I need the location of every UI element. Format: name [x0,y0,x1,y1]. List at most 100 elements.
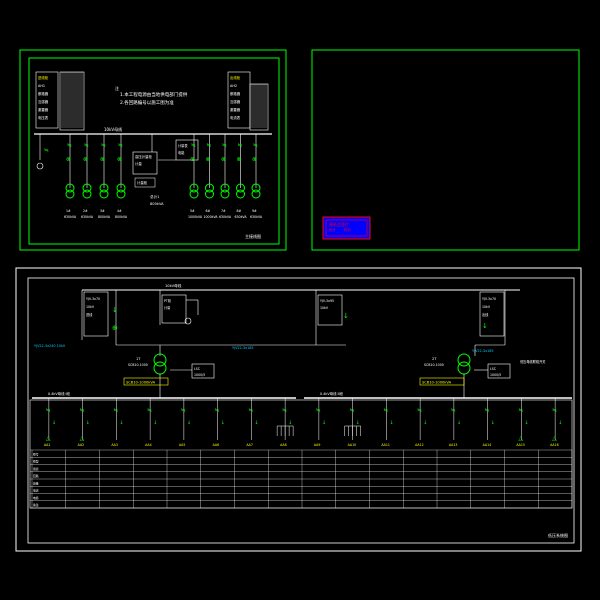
capacitor-icon: △ [80,435,85,442]
tx-right-box-1: LSC [490,367,497,371]
panel-line: 互感器 [38,99,49,104]
column-id: AA8 [280,443,286,447]
lv-ct-icon: ↓ [254,420,258,426]
feeder-rating: 800kVA [115,215,128,219]
lv-ct-icon: ↓ [423,420,427,426]
schematic-canvas: 进线柜 AH1 断路器互感器避雷器电压表 出线柜 AH2 断路器互感器避雷器电流表 1.… [0,0,600,600]
breaker-icon: ≒ [84,142,89,149]
feeder-code: 5# [190,209,195,213]
capacitor-icon: △ [552,435,557,442]
lv-ct-icon: ↓ [52,420,56,426]
cable-mid-label: YJV22-3x185 [232,346,254,350]
hv-bus-label: 10kV母线 [104,126,122,132]
tx-left-box-2: 1000/5 [194,373,205,377]
box-line: 10kV [86,305,95,309]
metering-bottom-label: 总计1 [150,194,159,199]
metering-label: 计量柜 [137,180,148,185]
feeder-rating: 1000kVA [204,215,219,219]
ct-icon: ⊗ [206,156,211,163]
panel-line: 电流表 [230,115,241,120]
lv-breaker-icon: ≒ [451,407,456,414]
breaker-icon: ≒ [222,142,227,149]
feeder-rating: 630kVA [64,215,77,219]
feeder-rating: 800kVA [98,215,111,219]
lv-breaker-icon: ≒ [518,407,523,414]
right-note: 低压母线联络开关 [520,359,546,364]
breaker-icon: ≒ [101,142,106,149]
lv-ct-icon: ↓ [119,420,123,426]
cable-left-label: YJV22-3x240 10kV [34,344,66,348]
column-id: AA2 [78,443,84,447]
column-id: AA14 [483,443,492,447]
lv-breaker-icon: ≒ [80,407,85,414]
lv-ct-icon: ↓ [491,420,495,426]
table-row-label: 用途 [33,467,39,471]
column-id: AA16 [550,443,559,447]
panel-line: AH1 [38,84,45,88]
box-line: YJV-3x70 [86,297,100,301]
lv-ct-icon: ↓ [524,420,528,426]
lv-breaker-icon: ≒ [417,407,422,414]
lv-ct-icon: ↓ [221,420,225,426]
lv-bus-right-label: 0.4kV母线 II段 [320,391,344,396]
column-id: AA11 [381,443,390,447]
lv-breaker-icon: ≒ [248,407,253,414]
bottom-title-block: 低压系统图 [548,532,568,538]
panel-line: 避雷器 [230,107,241,112]
switch-icon: ↓ [482,322,488,330]
grounding-arrow-icon: ≒ [44,147,49,154]
lv-breaker-icon: ≒ [350,407,355,414]
table-row-label: 柜号 [33,452,39,456]
hv-right-box-line2: 10kV [320,306,329,310]
switch-icon: ↓ [112,306,118,314]
feeder-code: 8# [237,209,242,213]
tx-right-box-2: 1000/5 [490,373,501,377]
pt-box-line1: PT柜 [164,298,172,303]
breaker-icon: ≒ [118,142,123,149]
panel-line: 避雷器 [38,107,49,112]
feeder-code: 1# [66,209,71,213]
hv-right-box-line1: YJV-3x95 [320,299,334,303]
lv-ct-icon: ↓ [389,420,393,426]
column-id: AA3 [111,443,117,447]
column-id: AA12 [415,443,424,447]
hv-bus-bottom-label: 10kV母线 [165,283,182,288]
panel-line: 出线柜 [230,75,241,80]
column-id: AA15 [516,443,525,447]
ct-icon: ⊗ [190,156,195,163]
lv-breaker-icon: ≒ [113,407,118,414]
feeder-rating: 1000kVA [188,215,203,219]
panel-line: 进线柜 [38,75,49,80]
ct-icon: ⊕ [112,324,118,332]
capacitor-icon: △ [518,435,523,442]
ct-icon: ⊗ [252,156,257,163]
tx-right-tag: SCB10-1000kVA [422,381,452,385]
feeder-code: 6# [206,209,211,213]
lv-breaker-icon: ≒ [316,407,321,414]
lv-ct-icon: ↓ [187,420,191,426]
stamp-line-2: 设计 [329,227,336,232]
panel-line: 断路器 [230,91,241,96]
column-id: AA6 [213,443,219,447]
table-row-label: 电流 [33,489,39,493]
breaker-icon: ≒ [67,142,72,149]
switch-icon: ↓ [343,312,349,320]
table-row-label: 回路 [33,474,39,478]
panel-line: 断路器 [38,91,49,96]
stamp-title: 图纸会签栏 [329,221,349,227]
stamp-line-3: 校对 [344,227,351,232]
ct-icon: ⊗ [83,156,88,163]
svg-text:计量表: 计量表 [178,143,188,148]
feeder-code: 2# [83,209,88,213]
breaker-icon: ≒ [253,142,258,149]
lv-breaker-icon: ≒ [552,407,557,414]
feeder-rating: 630kVA [250,215,263,219]
panel-line: 电压表 [38,115,49,120]
lv-ct-icon: ↓ [457,420,461,426]
metering-bottom-sub: 800kVA [150,202,164,206]
note-line-1: 1.本工程电源由当地供电部门提供 [120,91,188,98]
panel-line: 互感器 [230,99,241,104]
ct-icon: ⊗ [66,156,71,163]
ct-icon: ⊗ [100,156,105,163]
table-row-label: 电缆 [33,496,39,500]
